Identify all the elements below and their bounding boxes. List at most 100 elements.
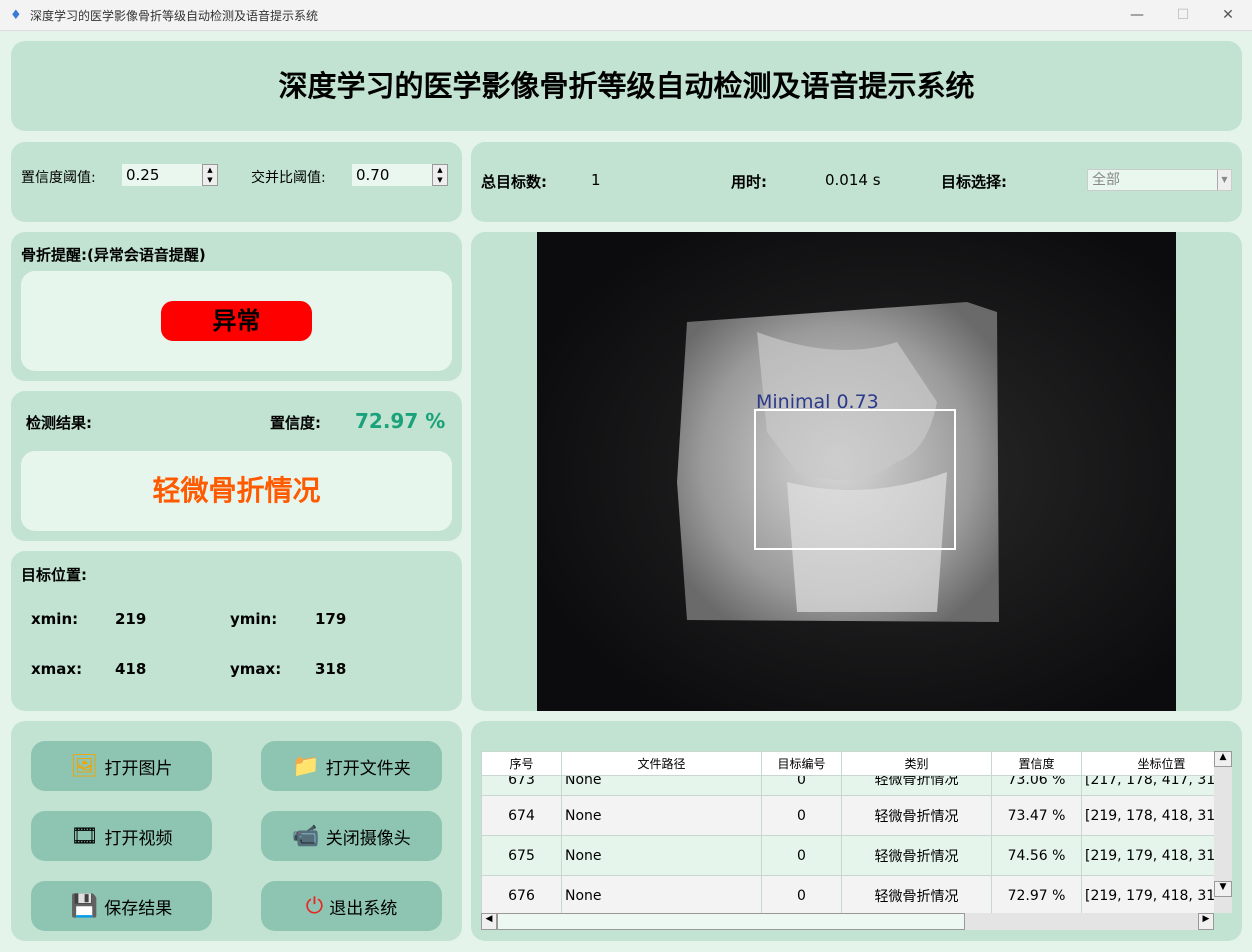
scroll-left-icon[interactable]: ◀ (481, 913, 497, 930)
alert-box: 异常 (21, 271, 452, 371)
params-panel: 置信度阈值: 0.25 ▲ ▼ 交并比阈值: 0.70 ▲ ▼ (11, 142, 462, 222)
spin-arrows-icon[interactable]: ▲ ▼ (202, 164, 218, 186)
folder-icon: 📁 (292, 753, 320, 779)
image-icon: 🖼 (70, 753, 99, 779)
table-cell: None (561, 775, 762, 796)
spin-arrows-icon[interactable]: ▲ ▼ (432, 164, 448, 186)
table-cell: [217, 178, 417, 318] (1081, 775, 1214, 796)
col-header-target-id[interactable]: 目标编号 (761, 751, 842, 776)
table-cell: 轻微骨折情况 (841, 835, 992, 876)
table-cell: 0 (761, 775, 842, 796)
xmin-label: xmin: (31, 610, 79, 628)
table-cell: 轻微骨折情况 (841, 795, 992, 836)
title-bar: ♦ 深度学习的医学影像骨折等级自动检测及语音提示系统 — ☐ ✕ (0, 0, 1252, 31)
open-video-label: 打开视频 (104, 828, 173, 849)
col-header-class[interactable]: 类别 (841, 751, 992, 776)
minimize-button[interactable]: — (1114, 0, 1160, 31)
table-row[interactable]: 673None0轻微骨折情况73.06 %[217, 178, 417, 318… (481, 775, 1214, 796)
xmin-value: 219 (115, 610, 147, 628)
stats-panel: 总目标数: 1 用时: 0.014 s 目标选择: 全部 ▼ (471, 142, 1242, 222)
result-label: 检测结果: (26, 414, 92, 432)
iou-threshold-value: 0.70 (356, 166, 390, 184)
iou-threshold-label: 交并比阈值: (251, 170, 326, 186)
table-cell: None (561, 835, 762, 876)
conf-threshold-label: 置信度阈值: (21, 170, 96, 186)
close-camera-button[interactable]: 📹 关闭摄像头 (261, 811, 442, 861)
time-label: 用时: (731, 173, 767, 191)
image-panel: Minimal 0.73 (471, 232, 1242, 711)
iou-threshold-spinbox[interactable]: 0.70 ▲ ▼ (352, 164, 448, 186)
controls-panel: 🖼 打开图片 📁 打开文件夹 🎞 打开视频 📹 关闭摄像头 💾 保存结果 ⏻ 退出系统 (11, 721, 462, 941)
camera-icon: 📹 (292, 823, 320, 849)
maximize-button[interactable]: ☐ (1160, 0, 1206, 31)
col-header-path[interactable]: 文件路径 (561, 751, 762, 776)
time-value: 0.014 s (825, 171, 881, 189)
table-cell: [219, 179, 418, 318] (1081, 835, 1214, 876)
ymax-value: 318 (315, 660, 347, 678)
table-cell: 73.47 % (991, 795, 1082, 836)
open-image-button[interactable]: 🖼 打开图片 (31, 741, 212, 791)
table-cell: 73.06 % (991, 775, 1082, 796)
total-targets-value: 1 (591, 171, 601, 189)
chevron-down-icon[interactable]: ▼ (1217, 170, 1231, 190)
table-cell: 0 (761, 795, 842, 836)
video-icon: 🎞 (70, 823, 99, 849)
scroll-up-icon[interactable]: ▲ (1214, 751, 1232, 767)
ymin-value: 179 (315, 610, 347, 628)
table-cell: 轻微骨折情况 (841, 775, 992, 796)
exit-button[interactable]: ⏻ 退出系统 (261, 881, 442, 931)
table-cell: None (561, 875, 762, 913)
table-panel: 序号 文件路径 目标编号 类别 置信度 坐标位置 673 None 0 轻微骨折情况 7… (471, 721, 1242, 941)
open-folder-label: 打开文件夹 (325, 758, 411, 779)
open-folder-button[interactable]: 📁 打开文件夹 (261, 741, 442, 791)
table-cell: 轻微骨折情况 (841, 875, 992, 913)
xmax-label: xmax: (31, 660, 83, 678)
target-select-value: 全部 (1092, 172, 1120, 188)
save-button[interactable]: 💾 保存结果 (31, 881, 212, 931)
close-camera-label: 关闭摄像头 (325, 828, 411, 849)
alert-panel: 骨折提醒:(异常会语音提醒) 异常 (11, 232, 462, 381)
table-cell: [219, 179, 418, 318] (1081, 875, 1214, 913)
target-select-dropdown[interactable]: 全部 ▼ (1087, 169, 1232, 191)
vertical-scrollbar[interactable]: ▲ ▼ (1214, 751, 1232, 913)
table-cell: 673 (481, 775, 562, 796)
col-header-coords[interactable]: 坐标位置 (1081, 751, 1214, 776)
page-title: 深度学习的医学影像骨折等级自动检测及语音提示系统 (278, 69, 975, 103)
result-panel: 检测结果: 置信度: 72.97 % 轻微骨折情况 (11, 391, 462, 541)
conf-threshold-spinbox[interactable]: 0.25 ▲ ▼ (122, 164, 218, 186)
table-row[interactable]: 676None0轻微骨折情况72.97 %[219, 179, 418, 318… (481, 875, 1214, 913)
exit-label: 退出系统 (329, 898, 398, 919)
table-cell: 0 (761, 835, 842, 876)
position-panel: 目标位置: xmin: 219 ymin: 179 xmax: 418 ymax… (11, 551, 462, 711)
confidence-label: 置信度: (270, 414, 321, 432)
table-row[interactable]: 674None0轻微骨折情况73.47 %[219, 178, 418, 318… (481, 795, 1214, 836)
scroll-right-icon[interactable]: ▶ (1198, 913, 1214, 930)
table-cell: 74.56 % (991, 835, 1082, 876)
result-class: 轻微骨折情况 (152, 474, 321, 507)
table-cell: 72.97 % (991, 875, 1082, 913)
table-cell: [219, 178, 418, 318] (1081, 795, 1214, 836)
save-label: 保存结果 (104, 898, 173, 919)
total-targets-label: 总目标数: (481, 173, 547, 191)
scroll-down-icon[interactable]: ▼ (1214, 881, 1232, 897)
results-table: 序号 文件路径 目标编号 类别 置信度 坐标位置 673 None 0 轻微骨折情况 7… (481, 751, 1214, 913)
open-video-button[interactable]: 🎞 打开视频 (31, 811, 212, 861)
horizontal-scrollbar[interactable]: ◀ ▶ (481, 913, 1214, 930)
position-label: 目标位置: (21, 566, 87, 584)
result-box: 轻微骨折情况 (21, 451, 452, 531)
col-header-index[interactable]: 序号 (481, 751, 562, 776)
power-icon: ⏻ (305, 893, 324, 919)
alert-label: 骨折提醒:(异常会语音提醒) (21, 246, 206, 264)
open-image-label: 打开图片 (104, 758, 173, 779)
confidence-value: 72.97 % (355, 409, 446, 433)
detection-label: Minimal 0.73 (756, 391, 879, 413)
table-cell: None (561, 795, 762, 836)
close-button[interactable]: ✕ (1205, 0, 1251, 31)
header-panel: 深度学习的医学影像骨折等级自动检测及语音提示系统 (11, 41, 1242, 131)
col-header-confidence[interactable]: 置信度 (991, 751, 1082, 776)
scroll-thumb[interactable] (497, 913, 965, 930)
alert-status-badge: 异常 (161, 301, 312, 341)
conf-threshold-value: 0.25 (126, 166, 160, 184)
table-row[interactable]: 675None0轻微骨折情况74.56 %[219, 179, 418, 318… (481, 835, 1214, 876)
table-cell: 674 (481, 795, 562, 836)
